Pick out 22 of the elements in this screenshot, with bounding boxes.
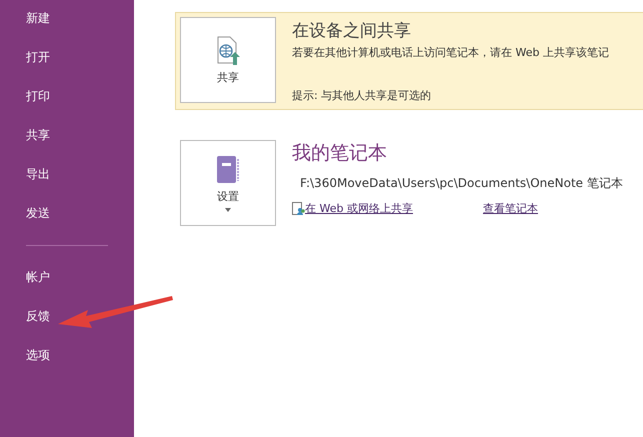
share-title: 在设备之间共享 <box>292 20 412 42</box>
share-people-icon <box>292 202 305 216</box>
sidebar-item[interactable]: 打印 <box>0 77 134 116</box>
share-button[interactable]: 共享 <box>180 17 276 103</box>
share-web-link[interactable]: 在 Web 或网络上共享 <box>305 201 413 216</box>
settings-button[interactable]: 设置 <box>180 140 276 226</box>
sidebar-item[interactable]: 打开 <box>0 38 134 77</box>
caret-icon <box>225 208 231 212</box>
share-description: 若要在其他计算机或电话上访问笔记本，请在 Web 上共享该笔记 <box>292 45 609 60</box>
sidebar-item[interactable]: 选项 <box>0 336 134 375</box>
share-tip: 提示: 与其他人共享是可选的 <box>292 88 432 103</box>
notebook-title: 我的笔记本 <box>292 141 388 166</box>
sidebar-item[interactable]: 共享 <box>0 116 134 155</box>
view-notebook-link[interactable]: 查看笔记本 <box>482 201 538 216</box>
sidebar-item[interactable]: 发送 <box>0 194 134 233</box>
sidebar-item[interactable]: 帐户 <box>0 258 134 297</box>
notebook-icon <box>216 154 240 184</box>
sidebar-item[interactable]: 反馈 <box>0 297 134 336</box>
sidebar-item[interactable]: 新建 <box>0 0 134 38</box>
globe-document-icon <box>215 36 241 66</box>
notebook-path: F:\360MoveData\Users\pc\Documents\OneNote 笔记本 <box>299 175 623 192</box>
sidebar-item[interactable]: 导出 <box>0 155 134 194</box>
